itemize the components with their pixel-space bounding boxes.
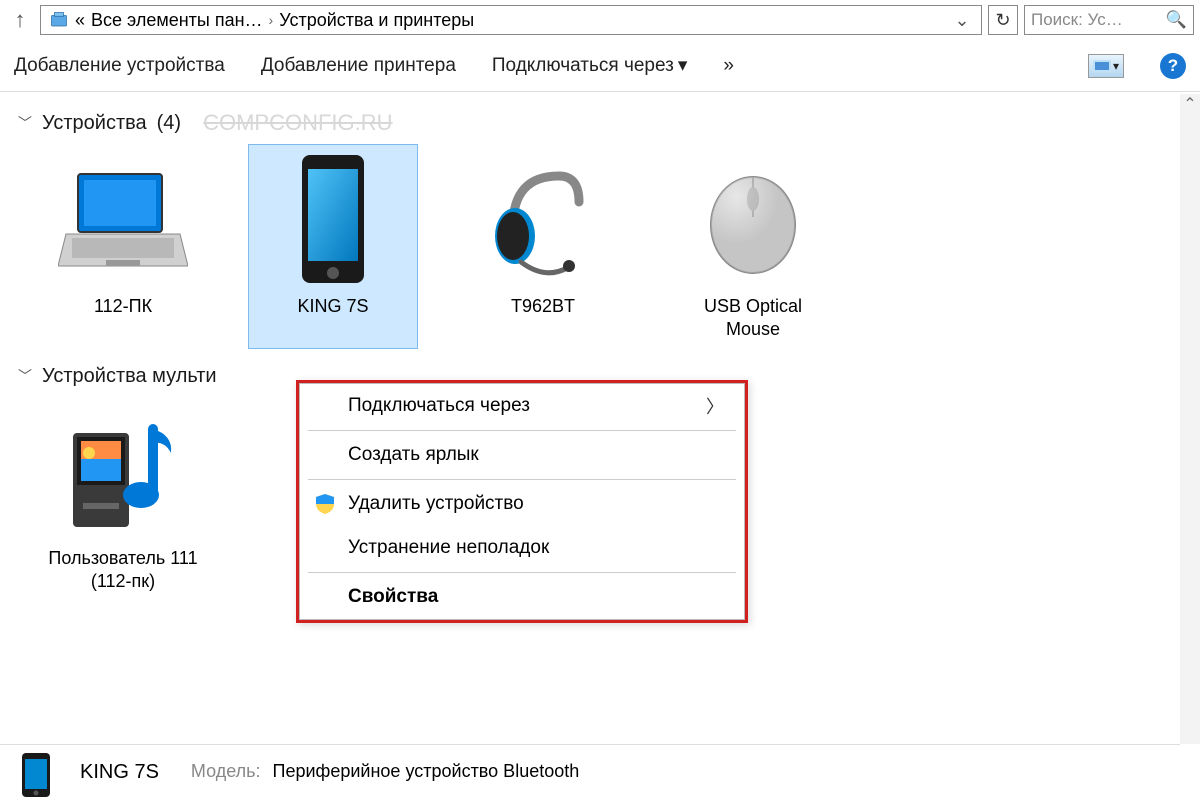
- device-label: T962BT: [511, 295, 575, 318]
- scroll-up-icon[interactable]: ⌃: [1180, 94, 1200, 114]
- folder-icon: [49, 10, 69, 30]
- headset-icon: [473, 151, 613, 291]
- device-item-headset[interactable]: T962BT: [458, 144, 628, 349]
- device-item-media-server[interactable]: Пользователь 111 (112-пк): [38, 396, 208, 601]
- more-menu-button[interactable]: »: [723, 55, 734, 77]
- group-count: (4): [157, 112, 181, 135]
- chevron-down-icon[interactable]: ⌄: [951, 10, 973, 31]
- details-model-value: Периферийное устройство Bluetooth: [273, 761, 580, 784]
- watermark-text: COMPCONFIG.RU: [203, 110, 392, 136]
- device-label: KING 7S: [297, 295, 368, 318]
- add-device-button[interactable]: Добавление устройства: [14, 55, 225, 77]
- devices-row: 112-ПК KING 7S: [38, 144, 1182, 349]
- content-area: ﹀ Устройства (4) COMPCONFIG.RU 112-ПК: [0, 92, 1200, 744]
- context-menu-create-shortcut[interactable]: Создать ярлык: [300, 433, 744, 477]
- help-button[interactable]: ?: [1160, 53, 1186, 79]
- crumb-segment-2[interactable]: Устройства и принтеры: [279, 10, 474, 31]
- context-menu-properties[interactable]: Свойства: [300, 575, 744, 619]
- laptop-icon: [53, 151, 193, 291]
- media-server-icon: [53, 403, 193, 543]
- separator: [308, 479, 736, 480]
- details-model-label: Модель:: [191, 761, 261, 784]
- context-menu-remove-device[interactable]: Удалить устройство: [300, 482, 744, 526]
- mouse-icon: [683, 151, 823, 291]
- context-menu: Подключаться через 〉 Создать ярлык Удали…: [296, 380, 748, 623]
- search-icon: 🔍: [1166, 10, 1187, 30]
- group-title: Устройства: [42, 112, 147, 135]
- smartphone-icon: [263, 151, 403, 291]
- group-title: Устройства мульти: [42, 365, 217, 388]
- separator: [308, 430, 736, 431]
- context-menu-connect-via[interactable]: Подключаться через 〉: [300, 384, 744, 428]
- context-menu-troubleshoot[interactable]: Устранение неполадок: [300, 526, 744, 570]
- chevron-down-icon: ﹀: [18, 366, 32, 386]
- vertical-scrollbar[interactable]: ⌃: [1180, 94, 1200, 744]
- search-input[interactable]: Поиск: Ус… 🔍: [1024, 5, 1194, 35]
- crumb-segment-1[interactable]: Все элементы пан…: [91, 10, 263, 31]
- device-item-mouse[interactable]: USB Optical Mouse: [668, 144, 838, 349]
- separator: [308, 572, 736, 573]
- device-item-phone[interactable]: KING 7S: [248, 144, 418, 349]
- breadcrumb-box[interactable]: « Все элементы пан… › Устройства и принт…: [40, 5, 982, 35]
- toolbar: Добавление устройства Добавление принтер…: [0, 40, 1200, 92]
- chevron-down-icon: ﹀: [18, 113, 32, 133]
- view-options-button[interactable]: ▾: [1088, 54, 1124, 78]
- details-device-name: KING 7S: [80, 761, 159, 784]
- address-bar: ↑ « Все элементы пан… › Устройства и при…: [0, 0, 1200, 40]
- details-pane: KING 7S Модель: Периферийное устройство …: [0, 744, 1180, 800]
- caret-down-icon: ▾: [678, 54, 688, 77]
- group-header-devices[interactable]: ﹀ Устройства (4) COMPCONFIG.RU: [18, 110, 1182, 136]
- smartphone-icon: [18, 751, 62, 795]
- device-label: 112-ПК: [94, 295, 152, 318]
- device-label: USB Optical Mouse: [675, 295, 831, 342]
- add-printer-button[interactable]: Добавление принтера: [261, 55, 456, 77]
- search-placeholder: Поиск: Ус…: [1031, 10, 1166, 30]
- refresh-button[interactable]: ↻: [988, 5, 1018, 35]
- crumb-back-chevron: «: [75, 10, 85, 31]
- shield-icon: [314, 493, 336, 515]
- device-item-pc[interactable]: 112-ПК: [38, 144, 208, 349]
- up-button[interactable]: ↑: [6, 6, 34, 34]
- connect-via-button[interactable]: Подключаться через ▾: [492, 54, 688, 77]
- chevron-right-icon: ›: [269, 12, 274, 28]
- device-label: Пользователь 111 (112-пк): [45, 547, 201, 594]
- chevron-right-icon: 〉: [706, 393, 724, 419]
